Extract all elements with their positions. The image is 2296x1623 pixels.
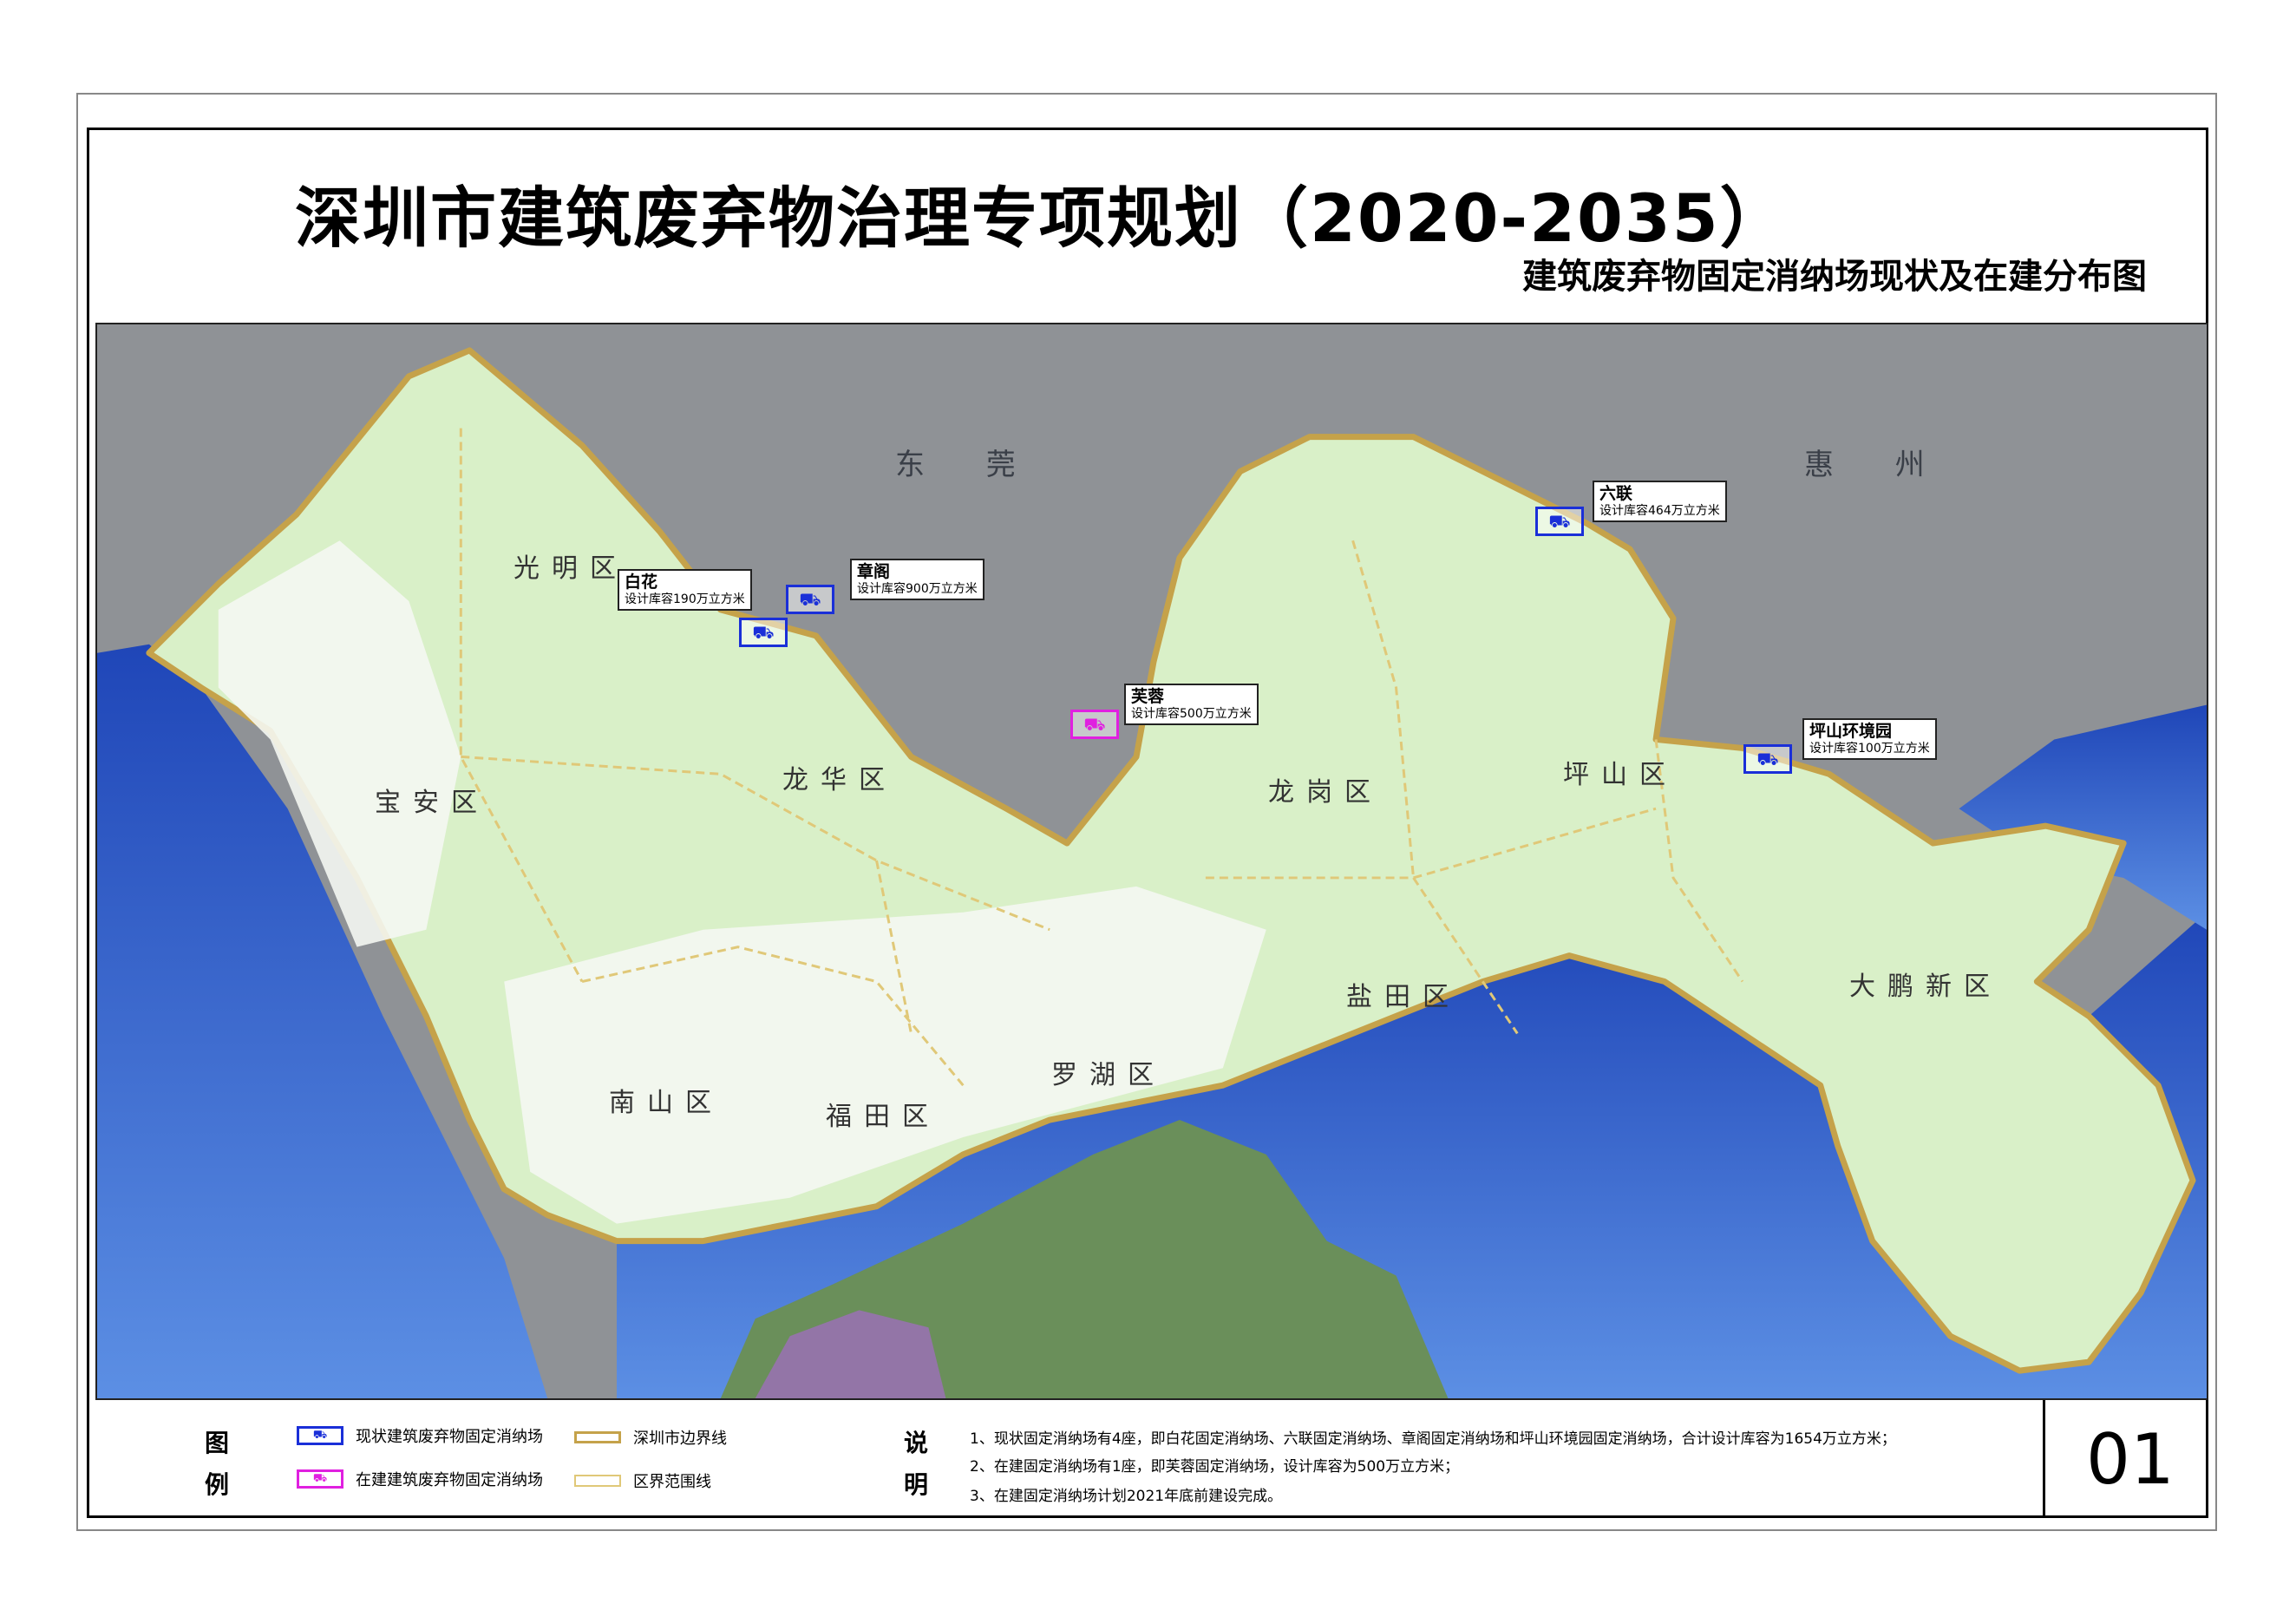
note-item-2: 2、在建固定消纳场有1座，即芙蓉固定消纳场，设计库容为500万立方米； <box>970 1458 1460 1476</box>
district-label-pingshan: 坪山区 <box>1563 760 1678 790</box>
notes-heading-bottom: 明 <box>904 1470 929 1499</box>
legend-item-city-boundary: 深圳市边界线 <box>574 1426 727 1449</box>
map-svg <box>97 324 2207 1398</box>
legend-heading-bottom: 例 <box>205 1470 230 1499</box>
city-boundary-swatch <box>574 1431 621 1443</box>
site-capacity: 设计库容100万立方米 <box>1809 741 1930 756</box>
construction-site-swatch-icon: ⛟ <box>297 1469 343 1489</box>
site-marker-pingshan-park[interactable]: ⛟ <box>1743 744 1792 774</box>
legend-item-district-boundary: 区界范围线 <box>574 1469 711 1492</box>
legend-label: 现状建筑废弃物固定消纳场 <box>356 1428 543 1446</box>
sheet-number-divider <box>2043 1400 2045 1518</box>
legend-label: 在建建筑废弃物固定消纳场 <box>356 1471 543 1489</box>
site-label-zhangge: 章阁 设计库容900万立方米 <box>850 559 984 600</box>
site-marker-zhangge[interactable]: ⛟ <box>786 585 834 614</box>
legend-label: 区界范围线 <box>633 1473 711 1491</box>
site-marker-baihua[interactable]: ⛟ <box>739 618 788 647</box>
district-label-baoan: 宝安区 <box>375 788 489 818</box>
site-label-pingshan-park: 坪山环境园 设计库容100万立方米 <box>1802 718 1937 760</box>
site-marker-furong[interactable]: ⛟ <box>1070 710 1119 739</box>
city-label-huizhou: 惠 州 <box>1804 448 1951 482</box>
site-label-furong: 芙蓉 设计库容500万立方米 <box>1124 684 1259 725</box>
existing-site-swatch-icon: ⛟ <box>297 1426 343 1445</box>
legend-heading-top: 图 <box>205 1429 230 1457</box>
site-name: 章阁 <box>857 562 891 581</box>
district-boundary-swatch <box>574 1475 621 1487</box>
site-name: 六联 <box>1599 484 1633 503</box>
site-capacity: 设计库容464万立方米 <box>1599 503 1720 518</box>
map-subtitle: 建筑废弃物固定消纳场现状及在建分布图 <box>1522 257 2147 297</box>
site-name: 芙蓉 <box>1131 687 1165 706</box>
district-label-yantian: 盐田区 <box>1346 982 1461 1012</box>
site-capacity: 设计库容500万立方米 <box>1131 706 1252 721</box>
district-label-nanshan: 南山区 <box>609 1088 723 1118</box>
legend-item-existing: ⛟ 现状建筑废弃物固定消纳场 <box>297 1424 543 1447</box>
map-title: 深圳市建筑废弃物治理专项规划（2020-2035） <box>295 180 1788 257</box>
legend-item-construction: ⛟ 在建建筑废弃物固定消纳场 <box>297 1468 543 1490</box>
legend-label: 深圳市边界线 <box>633 1430 727 1448</box>
district-label-guangming: 光明区 <box>513 553 628 584</box>
dump-site-icon: ⛟ <box>1548 511 1571 532</box>
sheet-number: 01 <box>2086 1419 2175 1500</box>
dump-site-icon: ⛟ <box>1756 749 1779 769</box>
district-label-dapeng: 大鹏新区 <box>1849 972 2002 1002</box>
district-label-longhua: 龙华区 <box>782 765 897 795</box>
site-name: 白花 <box>625 573 658 592</box>
district-label-luohu: 罗湖区 <box>1051 1060 1166 1090</box>
site-capacity: 设计库容900万立方米 <box>857 581 978 596</box>
site-label-baihua: 白花 设计库容190万立方米 <box>618 569 752 611</box>
site-name: 坪山环境园 <box>1809 722 1893 741</box>
notes-heading-top: 说 <box>904 1429 929 1457</box>
dump-site-icon: ⛟ <box>799 589 821 610</box>
district-label-longgang: 龙岗区 <box>1268 777 1383 808</box>
note-item-1: 1、现状固定消纳场有4座，即白花固定消纳场、六联固定消纳场、章阁固定消纳场和坪山… <box>970 1430 1896 1448</box>
city-label-dongguan: 东 莞 <box>895 448 1042 482</box>
note-item-3: 3、在建固定消纳场计划2021年底前建设完成。 <box>970 1488 1283 1505</box>
dump-site-icon: ⛟ <box>752 622 775 643</box>
district-label-futian: 福田区 <box>826 1102 940 1132</box>
site-capacity: 设计库容190万立方米 <box>625 592 745 606</box>
site-label-liulian: 六联 设计库容464万立方米 <box>1593 481 1727 522</box>
map-canvas[interactable]: 东 莞 惠 州 光明区 宝安区 龙华区 龙岗区 坪山区 盐田区 大鹏新区 罗湖区… <box>95 323 2208 1400</box>
site-marker-liulian[interactable]: ⛟ <box>1535 507 1584 536</box>
dump-site-icon: ⛟ <box>1083 714 1106 735</box>
